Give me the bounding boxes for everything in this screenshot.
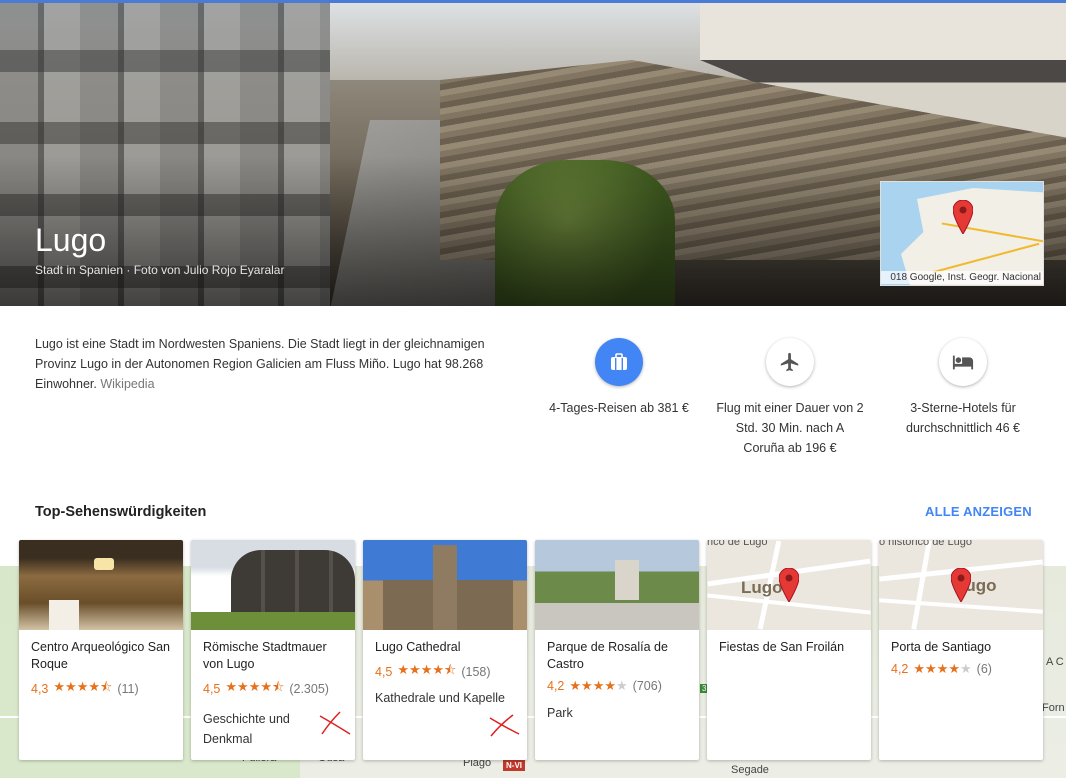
rating-stars: ★★★★★ bbox=[569, 678, 628, 693]
map-pin-icon bbox=[953, 200, 973, 234]
attraction-category: Geschichte und Denkmal bbox=[203, 712, 290, 746]
road-badge: N-VI bbox=[503, 760, 525, 771]
map-pin-icon bbox=[951, 568, 971, 602]
hero-subtitle[interactable]: Stadt in Spanien · Foto von Julio Rojo E… bbox=[35, 263, 284, 277]
map-label-segade: Segade bbox=[731, 764, 769, 776]
rating-score: 4,5 bbox=[375, 665, 393, 679]
rating-stars: ★★★★⯪ bbox=[53, 679, 113, 694]
map-thumb-label: o histórico de Lugo bbox=[879, 540, 972, 548]
attraction-map-thumbnail: o histórico de Lugo Lugo bbox=[879, 540, 1043, 630]
attraction-name: Centro Arqueológico San Roque bbox=[31, 640, 170, 671]
hero-banner[interactable]: Lugo Stadt in Spanien · Foto von Julio R… bbox=[0, 0, 1066, 306]
hotels-button[interactable] bbox=[939, 338, 987, 386]
review-count: (11) bbox=[117, 682, 139, 696]
attraction-name: Römische Stadtmauer von Lugo bbox=[203, 640, 327, 671]
review-count: (706) bbox=[632, 679, 662, 693]
description-source-link[interactable]: Wikipedia bbox=[100, 377, 154, 391]
location-minimap[interactable]: 018 Google, Inst. Geogr. Nacional bbox=[880, 181, 1044, 286]
page-title: Lugo bbox=[35, 222, 107, 258]
attraction-name: Parque de Rosalía de Castro bbox=[547, 640, 668, 671]
map-credit: 018 Google, Inst. Geogr. Nacional bbox=[881, 271, 1043, 284]
attraction-rating: 4,5 ★★★★⯪ (2.305) bbox=[203, 678, 343, 700]
attraction-card[interactable]: o histórico de Lugo Lugo Porta de Santia… bbox=[879, 540, 1043, 760]
action-trips[interactable]: 4-Tages-Reisen ab 381 € bbox=[544, 338, 694, 418]
attraction-card[interactable]: Lugo Cathedral 4,5 ★★★★⯪ (158) Kathedral… bbox=[363, 540, 527, 760]
rating-stars: ★★★★⯪ bbox=[225, 679, 285, 694]
suitcase-icon bbox=[611, 353, 627, 370]
red-x-mark-icon bbox=[489, 714, 520, 737]
rating-stars: ★★★★★ bbox=[913, 661, 972, 676]
red-x-mark-icon bbox=[319, 711, 351, 735]
attraction-category: Kathedrale und Kapelle bbox=[375, 691, 505, 705]
attraction-rating: 4,2 ★★★★★ (706) bbox=[547, 678, 687, 694]
airplane-icon bbox=[780, 352, 799, 372]
flights-button[interactable] bbox=[766, 338, 814, 386]
map-label-forn: Forn bbox=[1042, 702, 1065, 714]
rating-score: 4,2 bbox=[547, 679, 565, 693]
map-thumb-label: rico de Lugo bbox=[707, 540, 768, 548]
see-all-link[interactable]: ALLE ANZEIGEN bbox=[925, 504, 1032, 519]
attraction-card[interactable]: Römische Stadtmauer von Lugo 4,5 ★★★★⯪ (… bbox=[191, 540, 355, 760]
attraction-map-thumbnail: rico de Lugo Lugo bbox=[707, 540, 871, 630]
attraction-card[interactable]: Centro Arqueológico San Roque 4,3 ★★★★⯪ … bbox=[19, 540, 183, 760]
action-hotels[interactable]: 3-Sterne-Hotels für durchschnittlich 46 … bbox=[888, 338, 1038, 438]
flights-label: Flug mit einer Dauer von 2 Std. 30 Min. … bbox=[716, 401, 864, 455]
hotels-label: 3-Sterne-Hotels für durchschnittlich 46 … bbox=[906, 401, 1020, 435]
attraction-category: Park bbox=[547, 706, 573, 720]
attraction-name: Fiestas de San Froilán bbox=[719, 640, 845, 654]
attraction-rating: 4,5 ★★★★⯪ (158) bbox=[375, 661, 515, 683]
review-count: (6) bbox=[976, 662, 992, 676]
attraction-name: Lugo Cathedral bbox=[375, 640, 461, 654]
attraction-photo bbox=[535, 540, 699, 630]
attraction-card[interactable]: Parque de Rosalía de Castro 4,2 ★★★★★ (7… bbox=[535, 540, 699, 760]
review-count: (2.305) bbox=[289, 682, 329, 696]
map-thumb-city: Lugo bbox=[741, 578, 783, 597]
review-count: (158) bbox=[461, 665, 491, 679]
action-flights[interactable]: Flug mit einer Dauer von 2 Std. 30 Min. … bbox=[715, 338, 865, 458]
attraction-name: Porta de Santiago bbox=[891, 640, 992, 654]
attraction-photo bbox=[19, 540, 183, 630]
attraction-rating: 4,3 ★★★★⯪ (11) bbox=[31, 678, 171, 700]
rating-stars: ★★★★⯪ bbox=[397, 662, 457, 677]
attraction-photo bbox=[191, 540, 355, 630]
trips-button[interactable] bbox=[595, 338, 643, 386]
rating-score: 4,5 bbox=[203, 682, 221, 696]
attraction-card[interactable]: rico de Lugo Lugo Fiestas de San Froilán bbox=[707, 540, 871, 760]
rating-score: 4,3 bbox=[31, 682, 49, 696]
map-label-ac: A C bbox=[1046, 656, 1064, 668]
rating-score: 4,2 bbox=[891, 662, 909, 676]
section-title: Top-Sehenswürdigkeiten bbox=[35, 504, 207, 520]
attraction-photo bbox=[363, 540, 527, 630]
description: Lugo ist eine Stadt im Nordwesten Spanie… bbox=[35, 334, 515, 394]
bed-icon bbox=[952, 355, 974, 370]
map-pin-icon bbox=[779, 568, 799, 602]
top-accent-line bbox=[0, 0, 1066, 3]
attraction-rating: 4,2 ★★★★★ (6) bbox=[891, 661, 1031, 677]
trips-label: 4-Tages-Reisen ab 381 € bbox=[549, 401, 689, 415]
